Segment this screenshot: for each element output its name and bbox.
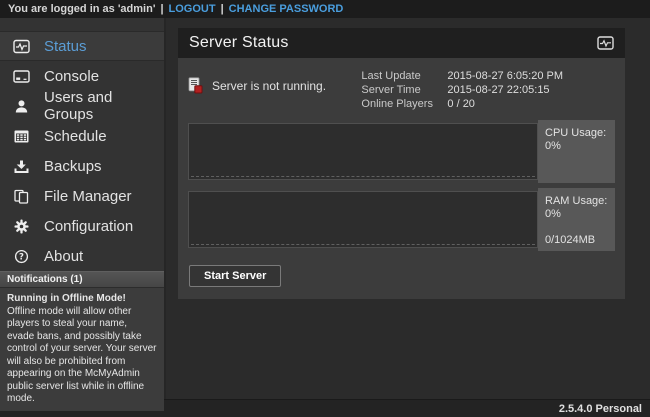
cpu-usage-label-box: CPU Usage: 0% xyxy=(538,120,615,183)
sidebar-item-file-manager[interactable]: File Manager xyxy=(0,181,164,211)
sidebar-item-label: Status xyxy=(44,38,87,55)
notification-item: Running in Offline Mode! Offline mode wi… xyxy=(0,288,164,411)
change-password-link[interactable]: CHANGE PASSWORD xyxy=(229,3,344,15)
status-row: Server is not running. Last Update 2015-… xyxy=(188,69,615,115)
chart-baseline xyxy=(191,176,535,177)
cpu-usage-graph xyxy=(188,123,538,180)
info-label: Last Update xyxy=(361,69,447,83)
info-value: 2015-08-27 6:05:20 PM xyxy=(447,69,563,83)
sidebar-item-label: Schedule xyxy=(44,128,107,145)
sidebar-item-about[interactable]: ? About xyxy=(0,241,164,271)
server-info-table: Last Update 2015-08-27 6:05:20 PM Server… xyxy=(361,69,563,111)
notification-text: Offline mode will allow other players to… xyxy=(7,306,157,405)
sidebar-item-status[interactable]: Status xyxy=(0,31,164,61)
sidebar-item-label: Console xyxy=(44,68,99,85)
panel-body: Server is not running. Last Update 2015-… xyxy=(178,58,625,299)
notifications-header: Notifications (1) xyxy=(0,271,164,288)
status-chart-icon xyxy=(597,36,614,50)
sidebar-nav: Status Console Users and Groups Schedule xyxy=(0,18,164,271)
question-icon: ? xyxy=(13,248,30,265)
server-status-panel: Server Status Server is not running. xyxy=(178,28,625,299)
info-value: 0 / 20 xyxy=(447,97,563,111)
page-title: Server Status xyxy=(189,34,289,52)
sidebar-item-label: File Manager xyxy=(44,188,132,205)
sidebar-item-configuration[interactable]: Configuration xyxy=(0,211,164,241)
top-bar: You are logged in as 'admin' | LOGOUT | … xyxy=(0,0,650,18)
panel-header: Server Status xyxy=(178,28,625,58)
gear-icon xyxy=(13,218,30,235)
logout-link[interactable]: LOGOUT xyxy=(169,3,216,15)
ram-usage-label-box: RAM Usage: 0% 0/1024MB xyxy=(538,188,615,251)
sidebar-item-label: Configuration xyxy=(44,218,133,235)
ram-usage-graph xyxy=(188,191,538,248)
sidebar-item-schedule[interactable]: Schedule xyxy=(0,121,164,151)
table-row: Last Update 2015-08-27 6:05:20 PM xyxy=(361,69,563,83)
ram-usage-row: RAM Usage: 0% 0/1024MB xyxy=(188,188,615,251)
ram-usage-value: 0% xyxy=(545,208,608,221)
ram-usage-label: RAM Usage: xyxy=(545,195,608,208)
separator: | xyxy=(221,3,224,15)
backups-icon xyxy=(13,158,30,175)
spacer xyxy=(545,221,608,234)
server-stopped-icon xyxy=(188,77,203,94)
sidebar-item-label: Users and Groups xyxy=(44,89,164,123)
console-icon xyxy=(13,68,30,85)
logged-in-text: You are logged in as 'admin' xyxy=(8,3,155,15)
server-status-text: Server is not running. xyxy=(212,79,326,93)
svg-text:?: ? xyxy=(19,251,24,261)
notifications-panel: Notifications (1) Running in Offline Mod… xyxy=(0,271,164,411)
start-server-button[interactable]: Start Server xyxy=(189,265,281,287)
sidebar-item-users-and-groups[interactable]: Users and Groups xyxy=(0,91,164,121)
sidebar-item-label: About xyxy=(44,248,83,265)
version-text: 2.5.4.0 Personal xyxy=(559,403,642,415)
info-label: Server Time xyxy=(361,83,447,97)
schedule-icon xyxy=(13,128,30,145)
server-status-message: Server is not running. xyxy=(188,77,326,94)
sidebar-item-console[interactable]: Console xyxy=(0,61,164,91)
separator: | xyxy=(160,3,163,15)
info-value: 2015-08-27 22:05:15 xyxy=(447,83,563,97)
cpu-usage-value: 0% xyxy=(545,140,608,153)
table-row: Server Time 2015-08-27 22:05:15 xyxy=(361,83,563,97)
sidebar-item-label: Backups xyxy=(44,158,102,175)
sidebar-item-backups[interactable]: Backups xyxy=(0,151,164,181)
content-area: Status Console Users and Groups Schedule xyxy=(0,18,650,399)
sidebar: Status Console Users and Groups Schedule xyxy=(0,18,166,399)
chart-baseline xyxy=(191,244,535,245)
notification-title: Running in Offline Mode! xyxy=(7,293,157,306)
cpu-usage-row: CPU Usage: 0% xyxy=(188,120,615,183)
file-manager-icon xyxy=(13,188,30,205)
status-icon xyxy=(13,38,30,55)
main-area: Server Status Server is not running. xyxy=(166,18,650,399)
info-label: Online Players xyxy=(361,97,447,111)
cpu-usage-label: CPU Usage: xyxy=(545,127,608,140)
table-row: Online Players 0 / 20 xyxy=(361,97,563,111)
ram-usage-detail: 0/1024MB xyxy=(545,234,608,247)
users-icon xyxy=(13,98,30,115)
